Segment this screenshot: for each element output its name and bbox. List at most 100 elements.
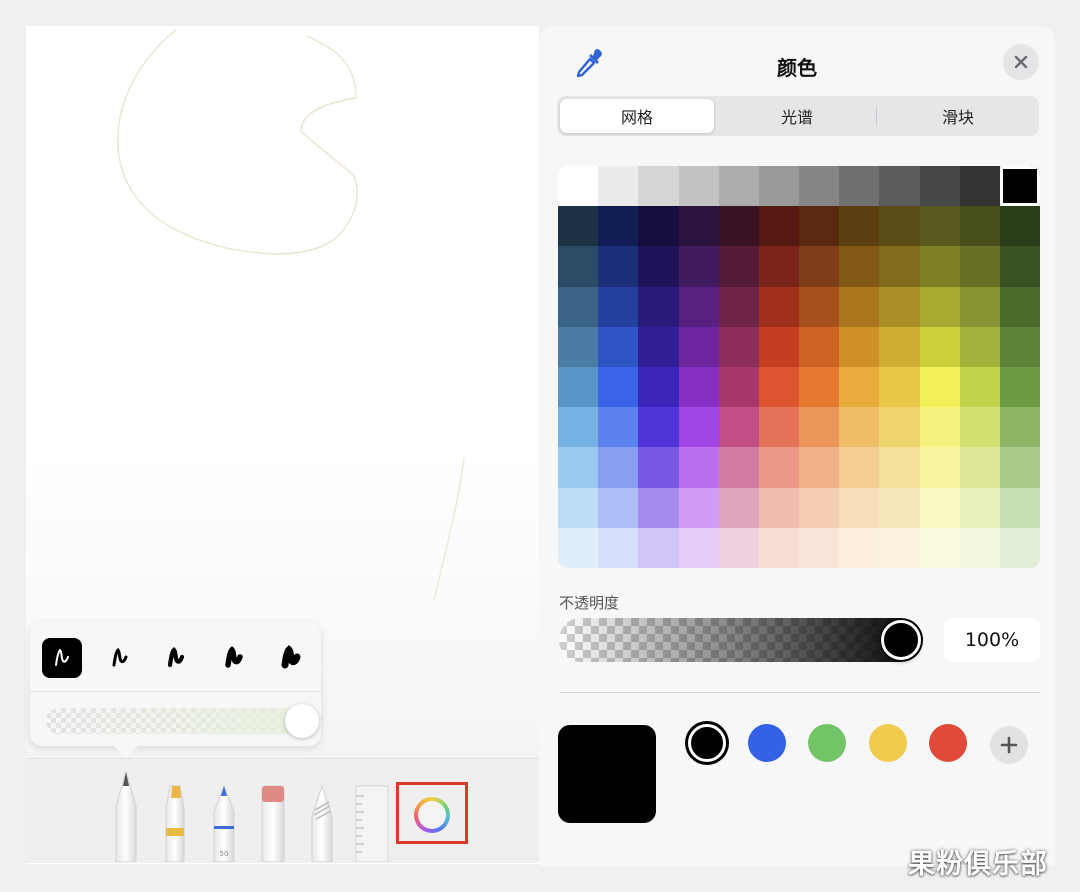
opacity-value-field[interactable]: 100% (944, 618, 1040, 662)
color-grid-cell[interactable] (799, 447, 840, 488)
color-grid-cell[interactable] (718, 367, 759, 408)
stroke-option-5[interactable] (271, 638, 311, 678)
color-grid-cell[interactable] (718, 527, 759, 568)
color-swatch[interactable] (808, 724, 846, 762)
color-grid-cell[interactable] (879, 246, 920, 287)
color-grid-cell[interactable] (839, 487, 880, 528)
color-grid-cell[interactable] (839, 246, 880, 287)
color-grid-cell[interactable] (678, 487, 719, 528)
color-grid-cell[interactable] (638, 326, 679, 367)
color-grid-cell[interactable] (558, 367, 599, 408)
color-grid-cell[interactable] (678, 246, 719, 287)
color-grid-cell[interactable] (758, 206, 799, 247)
pencil-tool-icon[interactable]: 50 (208, 782, 240, 862)
color-grid-cell[interactable] (959, 166, 1000, 207)
color-grid-cell[interactable] (799, 527, 840, 568)
color-grid-cell[interactable] (839, 326, 880, 367)
color-grid-cell[interactable] (598, 166, 639, 207)
color-grid-cell[interactable] (839, 367, 880, 408)
color-grid-cell[interactable] (638, 367, 679, 408)
color-grid-cell[interactable] (758, 407, 799, 448)
color-grid-cell[interactable] (638, 447, 679, 488)
color-grid-cell[interactable] (839, 447, 880, 488)
color-grid-cell[interactable] (678, 166, 719, 207)
stroke-opacity-slider[interactable] (46, 708, 304, 734)
eraser-tool-icon[interactable] (257, 782, 289, 862)
color-grid-cell[interactable] (558, 286, 599, 327)
opacity-slider-thumb[interactable] (881, 620, 921, 660)
color-grid-cell[interactable] (999, 246, 1040, 287)
color-grid-cell[interactable] (839, 286, 880, 327)
pen-tool-icon[interactable] (110, 766, 142, 862)
color-grid-cell[interactable] (758, 166, 799, 207)
color-grid-cell[interactable] (879, 447, 920, 488)
color-grid-cell[interactable] (879, 206, 920, 247)
stroke-option-3[interactable] (156, 638, 196, 678)
color-grid-cell[interactable] (879, 367, 920, 408)
color-grid-cell[interactable] (638, 407, 679, 448)
stroke-option-1[interactable] (42, 638, 82, 678)
color-swatch[interactable] (688, 724, 726, 762)
color-grid-cell[interactable] (839, 527, 880, 568)
color-grid-cell[interactable] (558, 407, 599, 448)
color-grid-cell[interactable] (959, 326, 1000, 367)
color-grid-cell[interactable] (799, 407, 840, 448)
color-grid-cell[interactable] (758, 487, 799, 528)
color-grid-cell[interactable] (558, 447, 599, 488)
color-grid-cell[interactable] (959, 487, 1000, 528)
stroke-opacity-thumb[interactable] (285, 704, 319, 738)
color-grid-cell[interactable] (999, 447, 1040, 488)
color-grid-cell[interactable] (959, 246, 1000, 287)
highlighter-tool-icon[interactable] (160, 782, 192, 862)
color-grid-cell[interactable] (718, 447, 759, 488)
color-grid-cell[interactable] (919, 246, 960, 287)
color-grid-cell[interactable] (718, 407, 759, 448)
color-grid-cell[interactable] (678, 367, 719, 408)
color-grid-cell[interactable] (839, 166, 880, 207)
color-grid-cell[interactable] (678, 447, 719, 488)
color-grid-cell[interactable] (558, 166, 599, 207)
color-grid-cell[interactable] (919, 206, 960, 247)
color-grid-cell[interactable] (959, 206, 1000, 247)
color-grid-cell[interactable] (959, 447, 1000, 488)
color-grid-cell[interactable] (718, 206, 759, 247)
color-grid-cell[interactable] (919, 447, 960, 488)
tab-sliders[interactable]: 滑块 (881, 99, 1035, 133)
color-grid-cell[interactable] (999, 206, 1040, 247)
color-swatch[interactable] (869, 724, 907, 762)
color-grid-cell[interactable] (718, 286, 759, 327)
color-grid-cell[interactable] (959, 367, 1000, 408)
color-grid-cell[interactable] (919, 487, 960, 528)
color-grid-cell[interactable] (598, 367, 639, 408)
color-grid-cell[interactable] (758, 286, 799, 327)
color-grid-cell[interactable] (598, 246, 639, 287)
color-wheel-icon[interactable] (414, 797, 450, 833)
color-grid-cell[interactable] (959, 286, 1000, 327)
color-grid-cell[interactable] (718, 326, 759, 367)
stroke-option-4[interactable] (214, 638, 254, 678)
color-grid-cell[interactable] (718, 246, 759, 287)
color-grid-cell[interactable] (879, 286, 920, 327)
color-grid-cell[interactable] (999, 407, 1040, 448)
color-grid-cell[interactable] (839, 206, 880, 247)
color-grid-cell[interactable] (638, 527, 679, 568)
color-grid-cell[interactable] (799, 206, 840, 247)
color-grid-cell[interactable] (999, 326, 1040, 367)
color-grid-cell[interactable] (879, 527, 920, 568)
color-grid-cell[interactable] (919, 286, 960, 327)
color-grid-cell[interactable] (879, 407, 920, 448)
color-grid-cell[interactable] (879, 487, 920, 528)
close-button[interactable] (1003, 44, 1039, 80)
color-grid-cell[interactable] (839, 407, 880, 448)
color-grid-cell[interactable] (758, 527, 799, 568)
color-grid-cell[interactable] (558, 206, 599, 247)
color-grid-cell[interactable] (959, 527, 1000, 568)
color-grid-cell[interactable] (799, 166, 840, 207)
color-grid-cell[interactable] (558, 527, 599, 568)
color-grid-cell[interactable] (678, 527, 719, 568)
color-grid-cell[interactable] (799, 487, 840, 528)
color-grid-cell[interactable] (638, 286, 679, 327)
color-grid-cell[interactable] (718, 166, 759, 207)
color-grid-cell[interactable] (999, 487, 1040, 528)
color-grid-cell[interactable] (799, 367, 840, 408)
